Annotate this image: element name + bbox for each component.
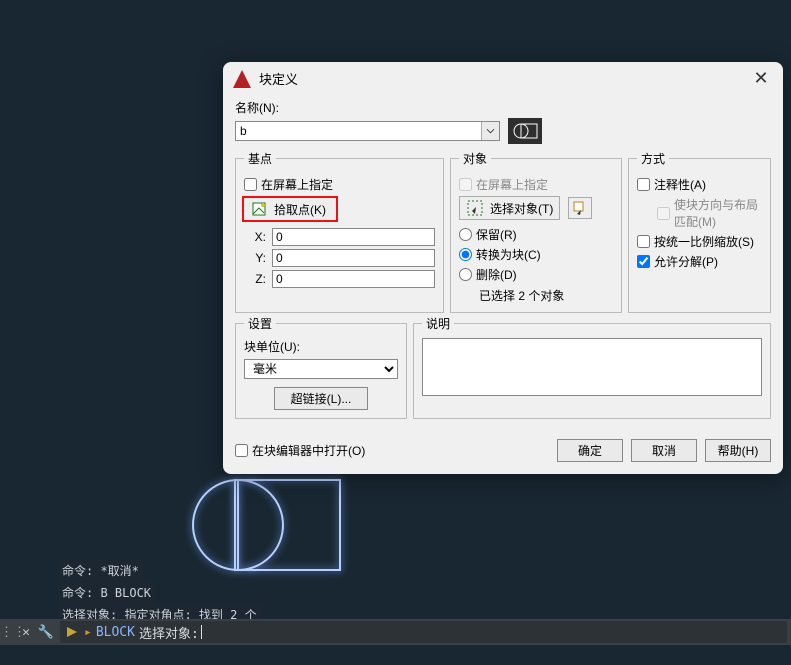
select-objects-label: 选择对象(T) <box>490 200 553 217</box>
scale-uniform-checkbox[interactable]: 按统一比例缩放(S) <box>637 233 762 250</box>
command-history-line: 命令: B BLOCK <box>58 582 155 603</box>
help-button[interactable]: 帮助(H) <box>705 439 771 462</box>
prompt-arrow-icon <box>64 624 80 640</box>
convert-radio[interactable]: 转换为块(C) <box>459 246 613 263</box>
retain-radio[interactable]: 保留(R) <box>459 226 613 243</box>
ok-button[interactable]: 确定 <box>557 439 623 462</box>
open-in-editor-label: 在块编辑器中打开(O) <box>252 442 365 459</box>
cancel-button[interactable]: 取消 <box>631 439 697 462</box>
block-unit-select[interactable]: 毫米 <box>244 359 398 379</box>
command-input[interactable]: ▸ BLOCK 选择对象: <box>60 621 787 643</box>
select-objects-button[interactable]: 选择对象(T) <box>459 196 560 220</box>
command-prompt-text: 选择对象: <box>139 623 199 642</box>
retain-label: 保留(R) <box>476 226 517 243</box>
wrench-icon[interactable]: 🔧 <box>36 625 56 640</box>
close-icon[interactable]: ✕ <box>16 625 36 640</box>
delete-radio[interactable]: 删除(D) <box>459 266 613 283</box>
open-in-editor-checkbox[interactable]: 在块编辑器中打开(O) <box>235 442 365 459</box>
block-definition-dialog: 块定义 ✕ 名称(N): <box>223 62 783 474</box>
command-keyword: BLOCK <box>96 625 135 640</box>
scale-uniform-label: 按统一比例缩放(S) <box>654 233 754 250</box>
base-point-group: 基点 在屏幕上指定 拾取点(K) X: Y: Z: <box>235 150 444 313</box>
hyperlink-button[interactable]: 超链接(L)... <box>274 387 369 410</box>
x-input[interactable] <box>272 228 435 246</box>
titlebar[interactable]: 块定义 ✕ <box>223 62 783 95</box>
z-input[interactable] <box>272 270 435 288</box>
description-group: 说明 <box>413 315 771 419</box>
base-point-legend: 基点 <box>244 150 276 167</box>
mode-group: 方式 注释性(A) 使块方向与布局匹配(M) 按统一比例缩放(S) 允许分解(P… <box>628 150 771 313</box>
pick-point-label: 拾取点(K) <box>274 201 326 218</box>
dialog-title: 块定义 <box>259 69 751 88</box>
convert-label: 转换为块(C) <box>476 246 541 263</box>
autocad-app-icon <box>233 70 251 88</box>
objects-onscreen-checkbox: 在屏幕上指定 <box>459 176 613 193</box>
objects-legend: 对象 <box>459 150 491 167</box>
basepoint-onscreen-label: 在屏幕上指定 <box>261 176 333 193</box>
command-bar[interactable]: ⋮⋮ ✕ 🔧 ▸ BLOCK 选择对象: <box>0 619 791 645</box>
description-textarea[interactable] <box>422 338 762 396</box>
grip-icon[interactable]: ⋮⋮ <box>0 625 16 640</box>
allow-explode-label: 允许分解(P) <box>654 253 718 270</box>
settings-group: 设置 块单位(U): 毫米 超链接(L)... <box>235 315 407 419</box>
name-label: 名称(N): <box>235 99 771 116</box>
description-legend: 说明 <box>422 315 454 332</box>
selected-count: 已选择 2 个对象 <box>479 287 613 304</box>
command-history: 命令: *取消* 命令: B BLOCK 选择对象: 指定对角点: 找到 2 个 <box>58 560 261 626</box>
x-label: X: <box>244 230 266 244</box>
text-cursor <box>201 625 202 639</box>
objects-onscreen-label: 在屏幕上指定 <box>476 176 548 193</box>
quick-select-button[interactable] <box>568 197 592 219</box>
orient-label: 使块方向与布局匹配(M) <box>674 196 762 230</box>
prompt-sub-icon: ▸ <box>84 625 92 640</box>
pick-point-button[interactable]: 拾取点(K) <box>242 196 338 222</box>
chevron-down-icon[interactable] <box>481 122 499 140</box>
basepoint-onscreen-checkbox[interactable]: 在屏幕上指定 <box>244 176 435 193</box>
close-button[interactable]: ✕ <box>751 68 771 89</box>
settings-legend: 设置 <box>244 315 276 332</box>
y-label: Y: <box>244 251 266 265</box>
objects-group: 对象 在屏幕上指定 选择对象(T) 保留(R) <box>450 150 622 313</box>
orient-checkbox: 使块方向与布局匹配(M) <box>657 196 762 230</box>
delete-label: 删除(D) <box>476 266 517 283</box>
y-input[interactable] <box>272 249 435 267</box>
mode-legend: 方式 <box>637 150 669 167</box>
block-unit-label: 块单位(U): <box>244 340 300 354</box>
block-thumbnail <box>508 118 542 144</box>
name-combobox[interactable] <box>235 121 500 141</box>
z-label: Z: <box>244 272 266 286</box>
annotative-label: 注释性(A) <box>654 176 706 193</box>
command-history-line: 命令: *取消* <box>58 560 143 581</box>
allow-explode-checkbox[interactable]: 允许分解(P) <box>637 253 762 270</box>
name-input[interactable] <box>236 122 481 140</box>
annotative-checkbox[interactable]: 注释性(A) <box>637 176 762 193</box>
